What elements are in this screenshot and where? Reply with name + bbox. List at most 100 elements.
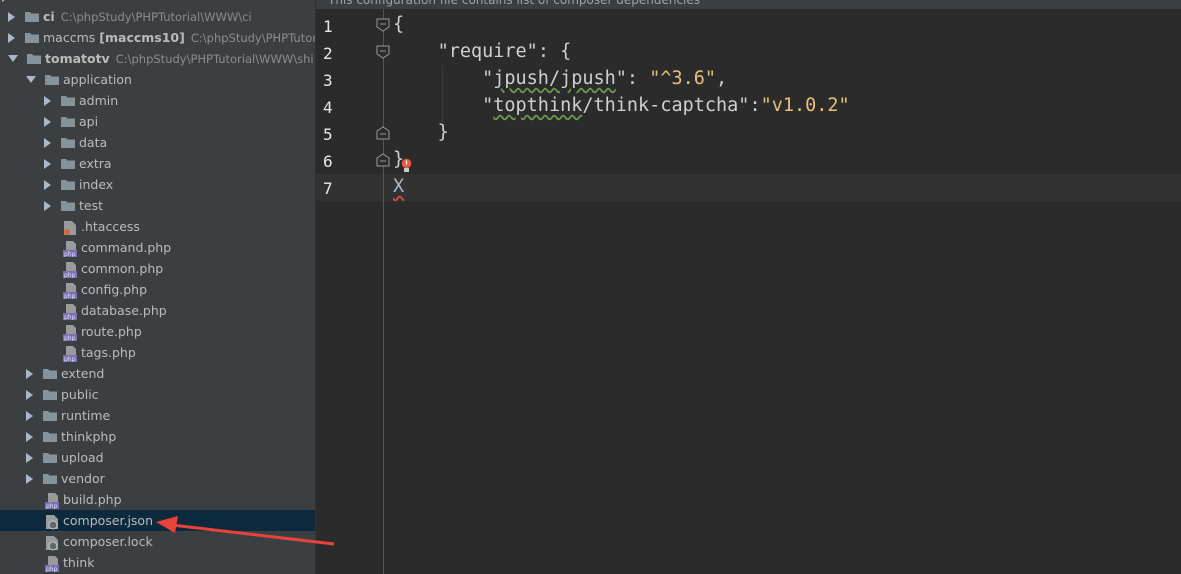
composer-file-icon: [46, 514, 58, 529]
expand-arrow-icon[interactable]: [26, 410, 33, 421]
tree-folder-extra[interactable]: extra: [0, 153, 315, 174]
line-number: 2: [323, 44, 333, 63]
code-line-4[interactable]: "topthink/think-captcha":"v1.0.2": [393, 95, 850, 116]
tree-folder-thinkphp[interactable]: thinkphp: [0, 426, 315, 447]
quote: ": [615, 68, 627, 89]
folder-label: extra: [79, 156, 112, 171]
expand-arrow-icon[interactable]: [26, 368, 33, 379]
expand-arrow-icon[interactable]: [8, 32, 15, 43]
folder-label: data: [79, 135, 108, 150]
tree-folder-data[interactable]: data: [0, 132, 315, 153]
line-number: 1: [323, 17, 333, 36]
expand-arrow-icon[interactable]: [44, 95, 51, 106]
tree-file-composer-json[interactable]: composer.json: [0, 510, 315, 531]
collapse-arrow-icon[interactable]: [8, 55, 18, 62]
php-file-icon: php: [63, 240, 77, 257]
folder-label: application: [63, 72, 132, 87]
folder-icon: [25, 12, 39, 22]
code-line-3[interactable]: "jpush/jpush": "^3.6",: [393, 68, 727, 89]
fold-close-icon[interactable]: [376, 153, 390, 167]
php-file-icon: php: [63, 303, 77, 320]
php-file-icon: php: [63, 261, 77, 278]
json-key: /think-captcha": [582, 95, 750, 116]
punctuation: :: [749, 95, 761, 116]
tree-folder-public[interactable]: public: [0, 384, 315, 405]
file-label: common.php: [81, 261, 164, 276]
code-line-5[interactable]: }: [393, 122, 449, 143]
punctuation: : {: [537, 41, 572, 62]
expand-arrow-icon[interactable]: [26, 452, 33, 463]
tree-folder-upload[interactable]: upload: [0, 447, 315, 468]
tree-project-ci[interactable]: ci C:\phpStudy\PHPTutorial\WWW\ci: [0, 6, 315, 27]
tree-file-composer-lock[interactable]: composer.lock: [0, 531, 315, 552]
tree-folder-test[interactable]: test: [0, 195, 315, 216]
tree-folder-extend[interactable]: extend: [0, 363, 315, 384]
fold-close-icon[interactable]: [376, 126, 390, 140]
php-file-icon: php: [63, 282, 77, 299]
expand-arrow-icon[interactable]: [44, 158, 51, 169]
folder-icon: [61, 180, 75, 190]
brace: }: [437, 122, 449, 143]
tree-project-maccms[interactable]: maccms [maccms10] C:\phpStudy\PHPTutoria: [0, 27, 315, 48]
tree-folder-index[interactable]: index: [0, 174, 315, 195]
file-label: composer.lock: [63, 534, 153, 549]
project-name: tomatotv: [45, 51, 110, 66]
tree-folder-admin[interactable]: admin: [0, 90, 315, 111]
expand-arrow-icon[interactable]: [44, 200, 51, 211]
project-path: C:\phpStudy\PHPTutorial\WWW\shi: [115, 51, 314, 66]
expand-arrow-icon[interactable]: [2, 0, 9, 2]
tree-folder-application[interactable]: application: [0, 69, 315, 90]
composer-file-icon: [46, 535, 58, 550]
folder-label: public: [61, 387, 99, 402]
gutter-separator: [383, 9, 384, 574]
tree-project-tomatotv[interactable]: tomatotv C:\phpStudy\PHPTutorial\WWW\shi: [0, 48, 315, 69]
tree-folder-runtime[interactable]: runtime: [0, 405, 315, 426]
tree-folder-vendor[interactable]: vendor: [0, 468, 315, 489]
svg-text:php: php: [64, 314, 76, 320]
svg-text:php: php: [46, 503, 58, 509]
expand-arrow-icon[interactable]: [44, 116, 51, 127]
expand-arrow-icon[interactable]: [26, 431, 33, 442]
json-string: "^3.6": [649, 68, 717, 89]
code-line-2[interactable]: "require": {: [393, 41, 572, 62]
expand-arrow-icon[interactable]: [26, 389, 33, 400]
folder-icon: [43, 474, 57, 484]
fold-open-icon[interactable]: [376, 45, 390, 59]
svg-text:php: php: [64, 251, 76, 257]
tree-file-htaccess[interactable]: .htaccess: [0, 216, 315, 237]
file-label: think: [63, 555, 95, 570]
folder-label: upload: [61, 450, 104, 465]
tree-file-route-php[interactable]: php route.php: [0, 321, 315, 342]
tree-file-tags-php[interactable]: php tags.php: [0, 342, 315, 363]
tree-file-think[interactable]: php think: [0, 552, 315, 573]
expand-arrow-icon[interactable]: [26, 473, 33, 484]
line-number: 4: [323, 98, 333, 117]
project-tree[interactable]: ci C:\phpStudy\PHPTutorial\WWW\ci maccms…: [0, 0, 316, 574]
code-line-7[interactable]: X: [393, 176, 404, 197]
folder-icon: [61, 159, 75, 169]
expand-arrow-icon[interactable]: [44, 179, 51, 190]
file-label: .htaccess: [81, 219, 140, 234]
file-label: composer.json: [63, 513, 154, 528]
svg-text:php: php: [64, 335, 76, 341]
tree-file-build-php[interactable]: php build.php: [0, 489, 315, 510]
lightbulb-icon[interactable]: [401, 158, 412, 173]
folder-label: runtime: [61, 408, 111, 423]
svg-text:php: php: [64, 293, 76, 299]
expand-arrow-icon[interactable]: [8, 11, 15, 22]
php-file-icon: php: [63, 345, 77, 362]
tree-folder-api[interactable]: api: [0, 111, 315, 132]
tree-file-common-php[interactable]: php common.php: [0, 258, 315, 279]
line-number: 6: [323, 152, 333, 171]
folder-icon: [27, 54, 41, 64]
fold-open-icon[interactable]: [376, 18, 390, 32]
tree-file-config-php[interactable]: php config.php: [0, 279, 315, 300]
code-editor[interactable]: This configuration file contains list of…: [316, 0, 1181, 574]
expand-arrow-icon[interactable]: [44, 137, 51, 148]
code-line-1[interactable]: {: [393, 14, 404, 35]
tree-file-command-php[interactable]: php command.php: [0, 237, 315, 258]
tree-file-database-php[interactable]: php database.php: [0, 300, 315, 321]
file-label: tags.php: [81, 345, 136, 360]
svg-text:php: php: [64, 272, 76, 278]
collapse-arrow-icon[interactable]: [26, 76, 36, 83]
